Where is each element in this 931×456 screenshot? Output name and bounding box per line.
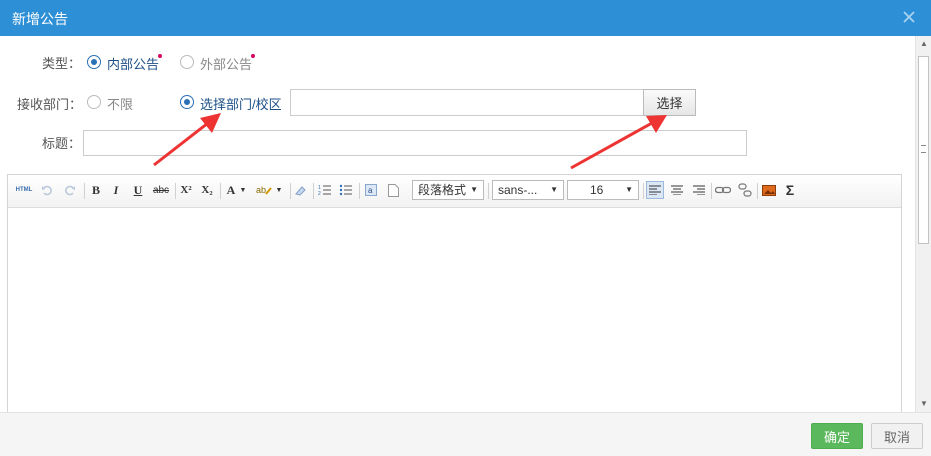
- unlink-icon[interactable]: [736, 181, 754, 199]
- toolbar-divider: [757, 183, 758, 199]
- close-icon[interactable]: [899, 7, 919, 27]
- underline-button[interactable]: U: [130, 181, 146, 199]
- ordered-list-icon[interactable]: 12: [317, 181, 333, 199]
- italic-button[interactable]: I: [108, 181, 124, 199]
- toolbar-divider: [643, 183, 644, 199]
- department-input[interactable]: [290, 89, 644, 116]
- chevron-down-icon[interactable]: ▼: [238, 181, 248, 199]
- scrollbar-thumb[interactable]: [918, 56, 929, 244]
- eraser-icon[interactable]: [292, 181, 308, 199]
- radio-internal-label[interactable]: 内部公告: [107, 54, 159, 73]
- radio-external[interactable]: [180, 55, 194, 69]
- scroll-down-icon[interactable]: ▼: [920, 400, 928, 408]
- unordered-list-icon[interactable]: [338, 181, 354, 199]
- font-size-value: 16: [590, 183, 604, 197]
- align-left-icon[interactable]: [646, 181, 664, 199]
- rich-text-editor: HTML B I U abc X² X₂ A ▼ ab ▼ 1 2 a 段落格式…: [7, 174, 902, 412]
- align-center-icon[interactable]: [668, 181, 686, 199]
- font-family-dropdown[interactable]: sans-... ▼: [492, 180, 564, 200]
- svg-text:2: 2: [318, 191, 321, 196]
- undo-icon[interactable]: [39, 181, 55, 199]
- highlight-icon[interactable]: ab: [255, 181, 273, 199]
- dialog-footer: 确定 取消: [0, 412, 931, 456]
- font-family-value: sans-...: [498, 183, 538, 197]
- radio-select-dept[interactable]: [180, 95, 194, 109]
- paragraph-format-dropdown[interactable]: 段落格式 ▼: [412, 180, 484, 200]
- scroll-up-icon[interactable]: ▲: [920, 40, 928, 48]
- paragraph-format-value: 段落格式: [418, 183, 467, 197]
- required-dot: [158, 54, 162, 58]
- chevron-down-icon[interactable]: ▼: [274, 181, 284, 199]
- chevron-down-icon: ▼: [470, 185, 478, 194]
- title-input[interactable]: [83, 130, 747, 156]
- image-icon[interactable]: [760, 181, 778, 199]
- radio-unlimited[interactable]: [87, 95, 101, 109]
- chevron-down-icon: ▼: [625, 185, 633, 194]
- chevron-down-icon: ▼: [550, 185, 558, 194]
- redo-icon[interactable]: [62, 181, 78, 199]
- toolbar-divider: [220, 183, 221, 199]
- radio-unlimited-label[interactable]: 不限: [107, 94, 133, 113]
- dialog-content: 类型： 内部公告 外部公告 接收部门： 不限 选择部门/校区 选择 标题： HT…: [0, 36, 915, 412]
- content-scrollbar[interactable]: ▲ ▼: [915, 36, 931, 412]
- subscript-button[interactable]: X₂: [199, 181, 215, 199]
- page-icon[interactable]: [385, 181, 401, 199]
- editor-body[interactable]: [8, 209, 901, 412]
- toolbar-divider: [313, 183, 314, 199]
- dialog-titlebar: 新增公告: [0, 0, 931, 36]
- strikethrough-button[interactable]: abc: [151, 181, 171, 199]
- align-right-icon[interactable]: [690, 181, 708, 199]
- toolbar-divider: [488, 183, 489, 199]
- superscript-button[interactable]: X²: [178, 181, 194, 199]
- radio-internal[interactable]: [87, 55, 101, 69]
- select-department-button[interactable]: 选择: [643, 89, 696, 116]
- radio-external-label[interactable]: 外部公告: [200, 54, 252, 73]
- link-icon[interactable]: [714, 181, 732, 199]
- recipients-label: 接收部门：: [17, 97, 83, 112]
- confirm-button[interactable]: 确定: [811, 423, 863, 449]
- type-label: 类型：: [42, 56, 82, 71]
- formula-button[interactable]: Σ: [782, 181, 798, 199]
- radio-select-dept-label[interactable]: 选择部门/校区: [200, 94, 282, 113]
- cancel-button[interactable]: 取消: [871, 423, 923, 449]
- svg-text:a: a: [368, 186, 373, 195]
- bold-button[interactable]: B: [88, 181, 104, 199]
- scrollbar-grip: [921, 145, 926, 153]
- dialog-title: 新增公告: [12, 11, 68, 27]
- toolbar-divider: [359, 183, 360, 199]
- font-size-dropdown[interactable]: 16 ▼: [567, 180, 639, 200]
- text-box-icon[interactable]: a: [363, 181, 379, 199]
- html-source-button[interactable]: HTML: [15, 181, 33, 199]
- editor-toolbar: HTML B I U abc X² X₂ A ▼ ab ▼ 1 2 a 段落格式…: [8, 175, 901, 208]
- svg-text:ab: ab: [256, 185, 266, 195]
- toolbar-divider: [84, 183, 85, 199]
- toolbar-divider: [175, 183, 176, 199]
- required-dot: [251, 54, 255, 58]
- toolbar-divider: [290, 183, 291, 199]
- toolbar-divider: [711, 183, 712, 199]
- title-label: 标题：: [42, 136, 82, 151]
- font-color-button[interactable]: A: [224, 181, 238, 199]
